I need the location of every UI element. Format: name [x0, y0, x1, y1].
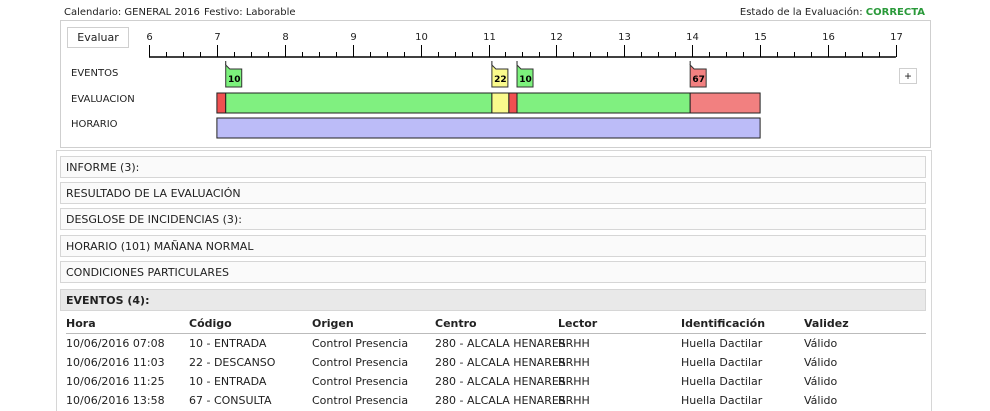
section-desglose[interactable]: DESGLOSE DE INCIDENCIAS (3): [60, 208, 926, 230]
cell-codigo: 10 - ENTRADA [189, 375, 267, 388]
table-row[interactable]: 10/06/2016 13:58 67 - CONSULTA Control P… [66, 391, 926, 410]
cell-validez: Válido [804, 337, 838, 350]
table-row[interactable]: 10/06/2016 07:08 10 - ENTRADA Control Pr… [66, 334, 926, 353]
cell-identificacion: Huella Dactilar [681, 337, 763, 350]
cell-hora: 10/06/2016 13:58 [66, 394, 165, 407]
tick-label: 7 [214, 32, 220, 43]
holiday-label: Festivo: Laborable [204, 7, 296, 18]
cell-origen: Control Presencia [312, 394, 409, 407]
event-code-label: 10 [519, 75, 532, 85]
evaluation-segment [491, 92, 510, 114]
section-eventos[interactable]: EVENTOS (4): [60, 289, 926, 311]
event-code-label: 10 [228, 75, 241, 85]
col-lector: Lector [558, 317, 598, 330]
evaluation-segment [225, 92, 493, 114]
cell-codigo: 22 - DESCANSO [189, 356, 276, 369]
cell-centro: 280 - ALCALA HENARES [435, 394, 566, 407]
cell-validez: Válido [804, 356, 838, 369]
cell-origen: Control Presencia [312, 375, 409, 388]
tick-label: 10 [415, 32, 428, 43]
section-horario[interactable]: HORARIO (101) MAÑANA NORMAL [60, 235, 926, 257]
col-centro: Centro [435, 317, 477, 330]
evaluation-segment [508, 92, 518, 114]
cell-origen: Control Presencia [312, 337, 409, 350]
tick-label: 16 [822, 32, 835, 43]
timeline-chart: 6 7 8 9 10 11 12 13 14 15 16 1710 22 10 67 [146, 32, 903, 139]
evaluation-status: Estado de la Evaluación: CORRECTA [740, 7, 925, 18]
cell-validez: Válido [804, 375, 838, 388]
section-condiciones[interactable]: CONDICIONES PARTICULARES [60, 261, 926, 283]
status-label: Estado de la Evaluación: [739, 7, 863, 18]
tick-label: 13 [618, 32, 631, 43]
tick-label: 14 [686, 32, 699, 43]
cell-hora: 10/06/2016 07:08 [66, 337, 165, 350]
cell-hora: 10/06/2016 11:03 [66, 356, 165, 369]
calendar-label: Calendario: GENERAL 2016 [64, 7, 200, 18]
col-identificacion: Identificación [681, 317, 766, 330]
tick-label: 8 [282, 32, 288, 43]
cell-hora: 10/06/2016 11:25 [66, 375, 165, 388]
cell-lector: RRHH [558, 394, 590, 407]
evaluation-segment [216, 92, 227, 114]
col-validez: Validez [804, 317, 849, 330]
tick-label: 12 [550, 32, 563, 43]
col-origen: Origen [312, 317, 354, 330]
section-resultado[interactable]: RESULTADO DE LA EVALUACIÓN [60, 182, 926, 204]
tick-label: 17 [890, 32, 903, 43]
schedule-bar [216, 117, 761, 139]
tick-label: 11 [483, 32, 496, 43]
cell-origen: Control Presencia [312, 356, 409, 369]
cell-centro: 280 - ALCALA HENARES [435, 337, 566, 350]
evaluation-segment [516, 92, 691, 114]
cell-lector: RRHH [558, 375, 590, 388]
status-value: CORRECTA [865, 7, 925, 18]
status-bar: Calendario: GENERAL 2016 Festivo: Labora… [0, 0, 990, 20]
cell-codigo: 67 - CONSULTA [189, 394, 272, 407]
cell-identificacion: Huella Dactilar [681, 356, 763, 369]
cell-identificacion: Huella Dactilar [681, 394, 763, 407]
cell-centro: 280 - ALCALA HENARES [435, 375, 566, 388]
tick-label: 9 [350, 32, 356, 43]
section-informe[interactable]: INFORME (3): [60, 156, 926, 178]
table-row[interactable]: 10/06/2016 11:03 22 - DESCANSO Control P… [66, 353, 926, 372]
cell-codigo: 10 - ENTRADA [189, 337, 267, 350]
expand-button[interactable]: + [899, 68, 917, 84]
col-codigo: Código [189, 317, 232, 330]
cell-identificacion: Huella Dactilar [681, 375, 763, 388]
table-header: Hora Código Origen Centro Lector Identif… [66, 314, 926, 334]
tick-label: 15 [754, 32, 767, 43]
cell-validez: Válido [804, 394, 838, 407]
events-table: Hora Código Origen Centro Lector Identif… [66, 314, 926, 410]
timeline-panel: Evaluar EVENTOS EVALUACION HORARIO 67891… [60, 20, 931, 148]
tick-label: 6 [146, 32, 152, 43]
evaluation-segment [689, 92, 761, 114]
col-hora: Hora [66, 317, 96, 330]
cell-centro: 280 - ALCALA HENARES [435, 356, 566, 369]
cell-lector: RRHH [558, 337, 590, 350]
cell-lector: RRHH [558, 356, 590, 369]
event-code-label: 67 [692, 75, 705, 85]
event-code-label: 22 [494, 75, 507, 85]
table-row[interactable]: 10/06/2016 11:25 10 - ENTRADA Control Pr… [66, 372, 926, 391]
